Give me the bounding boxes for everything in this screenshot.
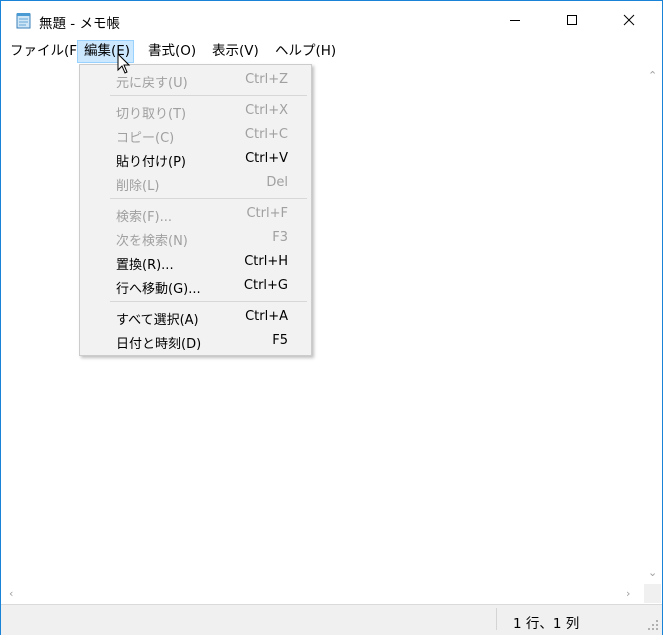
horizontal-scrollbar[interactable]: ‹ › [1, 584, 644, 603]
menu-file[interactable]: ファイル(F) [10, 41, 82, 62]
menu-item-paste[interactable]: 貼り付け(P) Ctrl+V [80, 148, 311, 170]
menu-item-label: 行へ移動(G)... [116, 282, 201, 297]
menu-item-shortcut: Ctrl+F [246, 206, 288, 221]
vertical-scrollbar[interactable]: ⌃ ⌄ [644, 64, 661, 584]
menu-item-delete[interactable]: 削除(L) Del [80, 172, 311, 194]
menu-item-label: 貼り付け(P) [116, 155, 186, 170]
cursor-position: 1 行、1 列 [513, 616, 580, 632]
close-icon [623, 14, 635, 26]
menu-item-find[interactable]: 検索(F)... Ctrl+F [80, 203, 311, 225]
menu-item-shortcut: F5 [272, 333, 288, 348]
menu-item-shortcut: Del [266, 175, 288, 190]
menu-separator [110, 301, 307, 302]
mouse-pointer-icon [117, 53, 131, 74]
menu-bar: ファイル(F) 編集(E) 書式(O) 表示(V) ヘルプ(H) [1, 40, 662, 64]
edit-dropdown-menu: 元に戻す(U) Ctrl+Z 切り取り(T) Ctrl+X コピー(C) Ctr… [79, 64, 312, 356]
menu-item-label: コピー(C) [116, 131, 175, 146]
menu-help[interactable]: ヘルプ(H) [275, 41, 336, 62]
notepad-icon [16, 13, 31, 29]
menu-format[interactable]: 書式(O) [148, 41, 196, 62]
menu-item-replace[interactable]: 置換(R)... Ctrl+H [80, 251, 311, 273]
menu-item-find-next[interactable]: 次を検索(N) F3 [80, 227, 311, 249]
resize-grip-icon[interactable] [647, 619, 659, 631]
title-bar[interactable]: 無題 - メモ帳 [1, 1, 662, 39]
menu-item-select-all[interactable]: すべて選択(A) Ctrl+A [80, 306, 311, 328]
minimize-icon [510, 20, 520, 21]
menu-item-label: 切り取り(T) [116, 107, 187, 122]
menu-item-label: 次を検索(N) [116, 234, 188, 249]
menu-item-goto[interactable]: 行へ移動(G)... Ctrl+G [80, 275, 311, 297]
menu-item-shortcut: F3 [272, 230, 288, 245]
menu-item-cut[interactable]: 切り取り(T) Ctrl+X [80, 100, 311, 122]
menu-item-label: 削除(L) [116, 179, 160, 194]
menu-item-date-time[interactable]: 日付と時刻(D) F5 [80, 330, 311, 352]
menu-item-shortcut: Ctrl+Z [245, 72, 288, 87]
menu-item-label: すべて選択(A) [116, 313, 199, 328]
maximize-icon [567, 15, 577, 25]
close-button[interactable] [606, 1, 652, 39]
menu-item-shortcut: Ctrl+A [245, 309, 288, 324]
scroll-left-icon[interactable]: ‹ [9, 588, 13, 599]
menu-separator [110, 198, 307, 199]
menu-item-shortcut: Ctrl+X [245, 103, 288, 118]
scrollbar-corner [644, 584, 661, 603]
window-title: 無題 - メモ帳 [39, 16, 120, 32]
menu-view[interactable]: 表示(V) [212, 41, 259, 62]
scroll-up-icon[interactable]: ⌃ [648, 70, 657, 81]
menu-item-label: 検索(F)... [116, 210, 173, 225]
menu-item-shortcut: Ctrl+G [243, 278, 288, 293]
menu-item-label: 日付と時刻(D) [116, 337, 202, 352]
menu-item-shortcut: Ctrl+H [244, 254, 288, 269]
status-bar: 1 行、1 列 [1, 604, 662, 635]
status-divider [496, 608, 497, 630]
maximize-button[interactable] [549, 1, 595, 39]
menu-item-shortcut: Ctrl+C [244, 127, 288, 142]
minimize-button[interactable] [492, 1, 538, 39]
menu-item-copy[interactable]: コピー(C) Ctrl+C [80, 124, 311, 146]
menu-separator [110, 95, 307, 96]
menu-item-shortcut: Ctrl+V [245, 151, 288, 166]
scroll-down-icon[interactable]: ⌄ [648, 567, 657, 578]
menu-item-undo[interactable]: 元に戻す(U) Ctrl+Z [80, 69, 311, 91]
notepad-window: 無題 - メモ帳 ファイル(F) 編集(E) 書式(O) 表示(V) ヘルプ(H… [0, 0, 663, 635]
scroll-right-icon[interactable]: › [626, 588, 630, 599]
menu-item-label: 置換(R)... [116, 258, 174, 273]
